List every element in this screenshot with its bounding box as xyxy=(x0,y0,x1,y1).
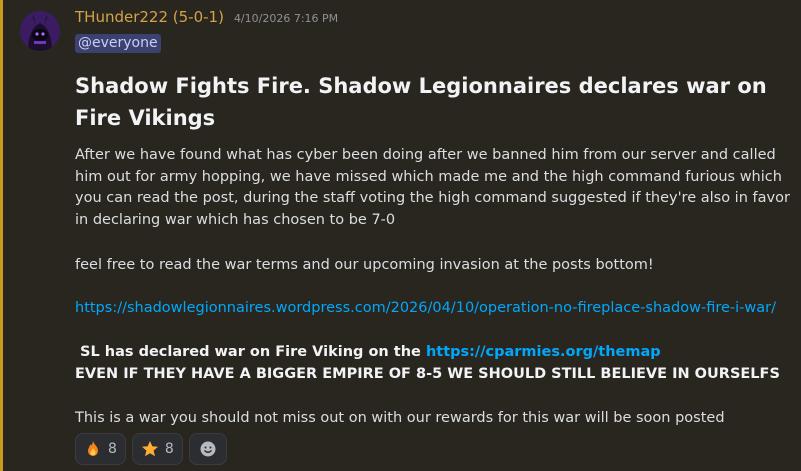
chat-window: THunder222 (5-0-1) 4/10/2026 7:16 PM @ev… xyxy=(0,0,801,471)
message-heading: Shadow Fights Fire. Shadow Legionnaires … xyxy=(75,74,767,130)
author-name[interactable]: THunder222 (5-0-1) xyxy=(75,8,224,26)
hooded-figure-icon xyxy=(20,11,60,51)
add-reaction-button[interactable] xyxy=(188,433,227,465)
map-link[interactable]: https://cparmies.org/themap xyxy=(426,344,661,360)
reaction-count: 8 xyxy=(164,441,174,457)
reaction-count: 8 xyxy=(108,441,117,457)
reaction-fire[interactable]: 8 xyxy=(75,433,126,465)
message-timestamp[interactable]: 4/10/2026 7:16 PM xyxy=(234,12,338,25)
message-highlight: THunder222 (5-0-1) 4/10/2026 7:16 PM @ev… xyxy=(0,0,801,471)
war-declaration-line: SL has declared war on Fire Viking on th… xyxy=(75,342,795,364)
reaction-star[interactable]: 8 xyxy=(131,433,183,465)
empire-line: EVEN IF THEY HAVE A BIGGER EMPIRE OF 8-5… xyxy=(75,366,780,382)
war-post-link-text[interactable]: https://shadowlegionnaires.wordpress.com… xyxy=(75,300,776,316)
add-reaction-icon xyxy=(200,441,216,457)
everyone-mention[interactable]: @everyone xyxy=(75,34,161,53)
message-paragraph: This is a war you should not miss out on… xyxy=(75,410,725,426)
avatar[interactable] xyxy=(20,11,60,51)
fire-icon xyxy=(88,441,98,456)
reactions-bar: 8 8 xyxy=(75,433,227,465)
message-paragraph: After we have found what has cyber been … xyxy=(75,147,790,228)
war-declaration-text: SL has declared war on Fire Viking on th… xyxy=(75,344,426,360)
message-header: THunder222 (5-0-1) 4/10/2026 7:16 PM xyxy=(75,8,338,30)
star-icon xyxy=(141,441,158,457)
war-post-link[interactable]: https://shadowlegionnaires.wordpress.com… xyxy=(75,298,795,320)
message-paragraph: feel free to read the war terms and our … xyxy=(75,257,654,273)
